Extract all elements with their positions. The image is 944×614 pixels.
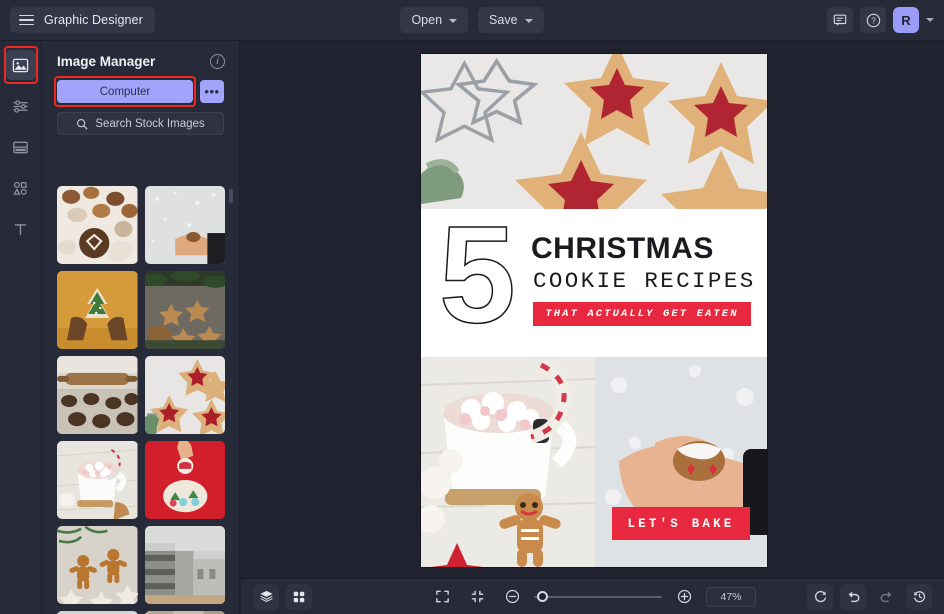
reset-button[interactable] (807, 583, 833, 610)
grid-view-button[interactable] (286, 583, 312, 610)
source-buttons-row: Computer ••• (42, 69, 239, 107)
image-manager-panel: Image Manager i Computer ••• Search Stoc… (42, 41, 240, 614)
open-menu-button[interactable]: Open (400, 7, 469, 33)
sidebar-item-shapes[interactable] (6, 173, 36, 203)
thumbnail-item[interactable] (144, 186, 225, 264)
tool-rail (0, 41, 42, 614)
bottom-left-tools (253, 583, 312, 610)
plus-circle-icon (677, 589, 691, 604)
design-tagline: THAT ACTUALLY GET EATEN (545, 308, 739, 320)
sidebar-item-images[interactable] (4, 46, 38, 84)
shrink-to-fit-button[interactable] (464, 584, 490, 610)
top-center-menus: Open Save (0, 7, 944, 33)
save-label: Save (489, 13, 518, 27)
info-icon[interactable]: i (210, 54, 225, 69)
text-t-icon (14, 223, 27, 235)
page-title: Image Manager (57, 54, 156, 69)
undo-arrow-icon (848, 591, 859, 603)
sidebar-item-adjust[interactable] (6, 91, 36, 121)
frame-icon (13, 141, 28, 153)
star-cookies-photo (421, 54, 767, 209)
design-photo-cocoa[interactable] (421, 357, 595, 567)
design-cta-label: LET'S BAKE (627, 516, 735, 531)
design-photo-hand[interactable]: LET'S BAKE (595, 357, 767, 567)
image-icon (12, 58, 29, 72)
expand-icon (435, 590, 449, 603)
design-cta-band[interactable]: LET'S BAKE (612, 507, 750, 540)
history-clock-icon (913, 591, 925, 603)
chevron-down-icon (449, 18, 458, 23)
canvas-area[interactable]: 5 CHRISTMAS COOKIE RECIPES THAT ACTUALLY… (241, 41, 944, 578)
search-stock-images-button[interactable]: Search Stock Images (57, 112, 224, 135)
computer-button-label: Computer (99, 85, 151, 98)
zoom-slider[interactable] (534, 590, 662, 602)
zoom-out-button[interactable] (499, 584, 525, 610)
redo-button[interactable] (873, 584, 899, 610)
sliders-icon (13, 99, 28, 113)
collapse-icon (471, 590, 483, 603)
layers-button[interactable] (253, 583, 279, 610)
thumbnail-item[interactable] (57, 356, 138, 434)
design-tagline-band: THAT ACTUALLY GET EATEN (533, 302, 751, 326)
thumbnail-item[interactable] (57, 526, 138, 604)
thumbnail-item[interactable] (57, 271, 138, 349)
thumbnail-item[interactable] (144, 441, 225, 519)
shapes-icon (13, 181, 27, 195)
design-text-block: 5 CHRISTMAS COOKIE RECIPES THAT ACTUALLY… (421, 198, 767, 357)
thumbnail-item[interactable] (144, 271, 225, 349)
design-artboard[interactable]: 5 CHRISTMAS COOKIE RECIPES THAT ACTUALLY… (421, 54, 767, 567)
computer-button[interactable]: Computer (54, 76, 196, 107)
sidebar-item-text[interactable] (6, 214, 36, 244)
panel-header: Image Manager i (42, 41, 239, 69)
cocoa-photo (421, 357, 595, 567)
bottom-bar: 47% (241, 578, 944, 614)
refresh-icon (814, 590, 826, 603)
design-bottom-row: LET'S BAKE (421, 357, 767, 567)
thumbnail-grid (42, 186, 239, 614)
fit-to-screen-button[interactable] (429, 584, 455, 610)
thumbnail-item[interactable] (57, 186, 138, 264)
bottom-right-tools (807, 583, 932, 610)
panel-scrollbar[interactable] (229, 189, 233, 203)
zoom-level-value[interactable]: 47% (706, 586, 756, 607)
design-subheadline: COOKIE RECIPES (533, 268, 756, 294)
thumbnail-item[interactable] (144, 526, 225, 604)
thumbnail-item[interactable] (144, 356, 225, 434)
design-headline: CHRISTMAS (531, 232, 714, 265)
more-options-button[interactable]: ••• (200, 80, 224, 103)
design-number: 5 (438, 198, 516, 352)
app-root: Graphic Designer Open Save ? R Image Man… (0, 0, 944, 614)
top-bar: Graphic Designer Open Save ? R (0, 0, 944, 41)
save-menu-button[interactable]: Save (478, 7, 544, 33)
minus-circle-icon (505, 589, 519, 604)
design-photo-top[interactable] (421, 54, 767, 209)
sidebar-item-layout[interactable] (6, 132, 36, 162)
history-button[interactable] (906, 583, 932, 610)
zoom-in-button[interactable] (671, 584, 697, 610)
open-label: Open (411, 13, 443, 27)
redo-arrow-icon (880, 591, 891, 603)
undo-button[interactable] (840, 583, 866, 610)
layers-icon (259, 590, 273, 603)
zoom-slider-handle[interactable] (537, 590, 548, 602)
chevron-down-icon (524, 18, 533, 23)
thumbnail-item[interactable] (57, 441, 138, 519)
search-placeholder-label: Search Stock Images (95, 117, 205, 130)
search-icon (77, 118, 88, 129)
grid-icon (293, 591, 305, 602)
